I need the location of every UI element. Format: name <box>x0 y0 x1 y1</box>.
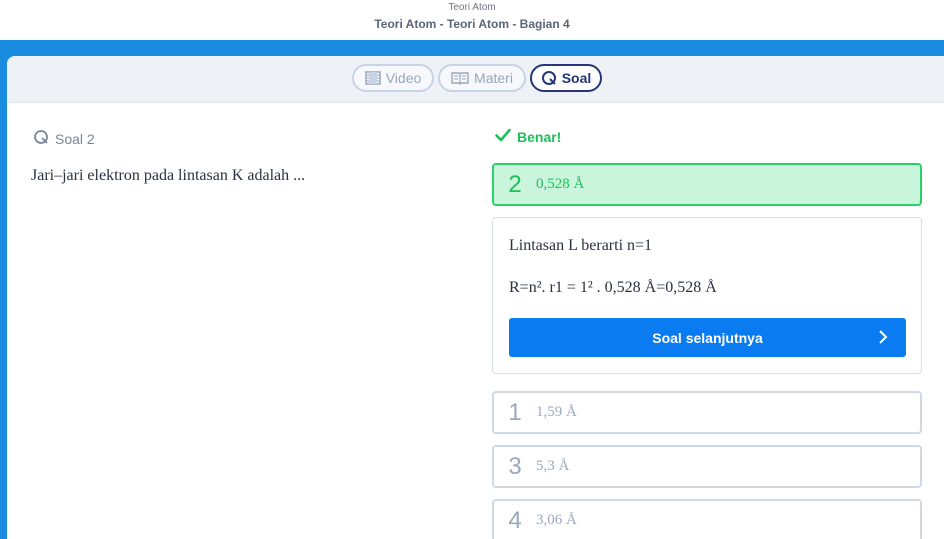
answer-option-correct[interactable]: 2 0,528 Å <box>492 163 922 206</box>
tab-bar: Video Materi Soal <box>7 56 944 103</box>
explanation-box: Lintasan L berarti n=1 R=n². r1 = 1² . 0… <box>492 217 922 374</box>
option-text: 0,528 Å <box>536 176 585 192</box>
option-text: 5,3 Å <box>536 458 570 474</box>
option-text: 3,06 Å <box>536 512 577 528</box>
top-bar: Teori Atom Teori Atom - Teori Atom - Bag… <box>0 0 944 40</box>
page-title: Teori Atom - Teori Atom - Bagian 4 <box>374 17 570 31</box>
chevron-right-icon <box>878 329 888 348</box>
question-number-label: Soal 2 <box>55 130 95 147</box>
answer-option[interactable]: 4 3,06 Å <box>492 499 922 539</box>
result-status: Benar! <box>495 128 561 145</box>
next-question-button[interactable]: Soal selanjutnya <box>509 318 906 357</box>
answer-option[interactable]: 1 1,59 Å <box>492 391 922 434</box>
option-number: 4 <box>508 506 522 534</box>
film-icon <box>364 71 381 85</box>
quiz-icon <box>541 70 557 86</box>
quiz-icon <box>33 129 49 148</box>
question-text: Jari–jari elektron pada lintasan K adala… <box>31 167 306 184</box>
tab-soal[interactable]: Soal <box>530 64 602 92</box>
explanation-line-1: Lintasan L berarti n=1 <box>509 237 653 254</box>
result-status-label: Benar! <box>517 128 562 145</box>
next-question-label: Soal selanjutnya <box>652 329 763 346</box>
tab-materi-label: Materi <box>474 70 513 86</box>
content-panel: Video Materi Soal Soal 2 Jari–jari elekt… <box>7 56 944 539</box>
answer-option[interactable]: 3 5,3 Å <box>492 445 922 488</box>
tab-video[interactable]: Video <box>352 64 434 92</box>
option-number: 1 <box>508 398 522 426</box>
option-text: 1,59 Å <box>536 404 577 420</box>
course-subtitle: Teori Atom <box>448 2 496 13</box>
book-icon <box>451 71 469 85</box>
option-number: 3 <box>508 452 522 480</box>
tab-soal-label: Soal <box>561 70 592 86</box>
tab-materi[interactable]: Materi <box>438 64 526 92</box>
option-number: 2 <box>508 170 522 198</box>
explanation-line-2: R=n². r1 = 1² . 0,528 Å=0,528 Å <box>509 279 717 296</box>
tab-video-label: Video <box>385 70 422 86</box>
checkmark-icon <box>495 128 511 145</box>
question-number: Soal 2 <box>33 129 95 148</box>
